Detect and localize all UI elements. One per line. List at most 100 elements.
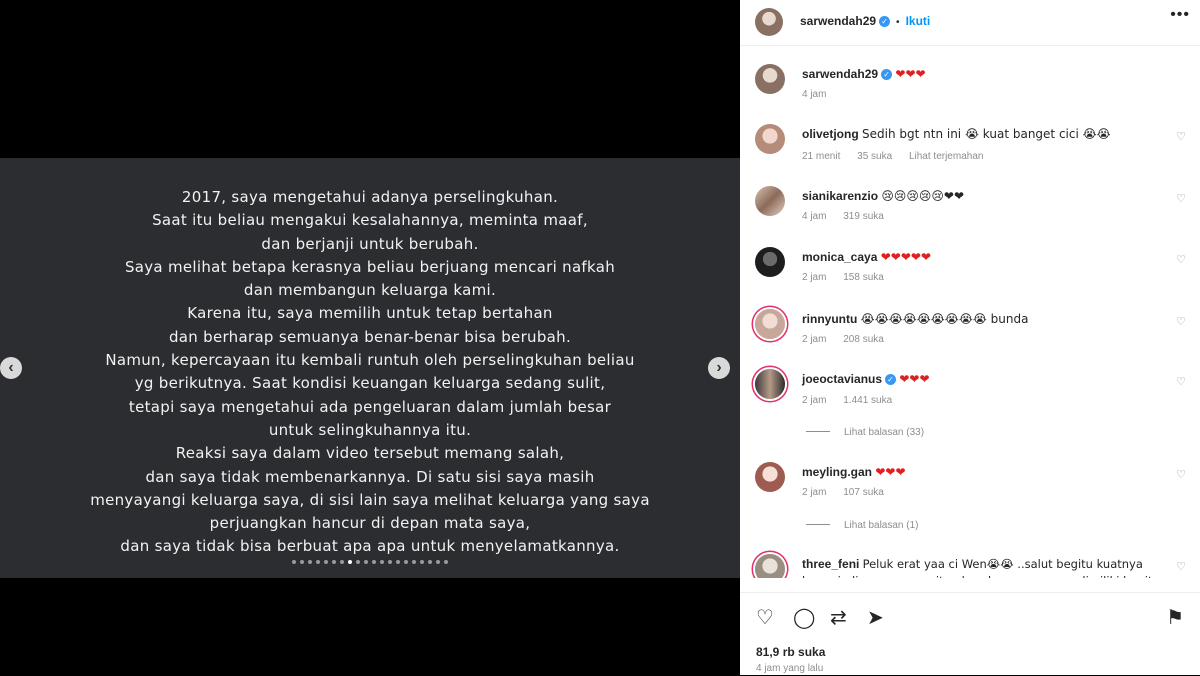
replies-line — [806, 431, 830, 432]
comment-username[interactable]: monica_caya — [802, 250, 877, 264]
comment-time: 2 jam — [802, 395, 827, 406]
share-icon[interactable]: ⇄ — [830, 605, 847, 630]
carousel-slide: 2017, saya mengetahui adanya perselingku… — [0, 158, 740, 578]
comment-text: 😢😢😢😢😢❤❤ — [881, 189, 965, 203]
slide-line: Reaksi saya dalam video tersebut memang … — [175, 444, 565, 463]
carousel-dot — [316, 560, 320, 564]
carousel-dot — [292, 560, 296, 564]
caption-text: ❤❤❤ — [895, 67, 926, 81]
send-icon[interactable]: ➤ — [867, 605, 884, 630]
avatar[interactable] — [755, 309, 785, 339]
verified-icon: ✓ — [885, 374, 897, 385]
like-comment-icon[interactable]: ♡ — [1176, 315, 1186, 328]
comment-username[interactable]: rinnyuntu — [802, 312, 857, 326]
follow-button[interactable]: Ikuti — [906, 14, 931, 28]
likes-count[interactable]: 81,9 rb suka — [756, 645, 825, 659]
replies-line — [806, 524, 830, 525]
chevron-left-icon: ‹ — [8, 359, 14, 376]
comment-text: ❤❤❤ — [875, 465, 906, 479]
carousel-dot — [340, 560, 344, 564]
separator-dot: • — [896, 17, 900, 28]
comments-clip — [740, 578, 1200, 592]
carousel-dot — [444, 560, 448, 564]
slide-line: dan saya tidak membenarkannya. Di satu s… — [145, 467, 595, 486]
carousel-indicator — [0, 560, 740, 564]
comment-time: 4 jam — [802, 211, 827, 222]
like-comment-icon[interactable]: ♡ — [1176, 253, 1186, 266]
carousel-dot — [324, 560, 328, 564]
comment-text: 😭😭😭😭😭😭😭😭😭 bunda — [860, 312, 1029, 326]
like-comment-icon[interactable]: ♡ — [1176, 375, 1186, 388]
comment-likes[interactable]: 319 suka — [843, 211, 884, 222]
post-media: 2017, saya mengetahui adanya perselingku… — [0, 0, 740, 675]
like-icon[interactable]: ♡ — [756, 605, 774, 630]
slide-line: yg berikutnya. Saat kondisi keuangan kel… — [134, 374, 606, 393]
save-icon[interactable]: ⚑ — [1166, 605, 1184, 630]
view-replies-label: Lihat balasan (1) — [844, 520, 919, 531]
avatar[interactable] — [755, 186, 785, 216]
carousel-prev-button[interactable]: ‹ — [0, 357, 22, 379]
see-translation-link[interactable]: Lihat terjemahan — [909, 151, 984, 162]
carousel-dot — [436, 560, 440, 564]
comment-time: 2 jam — [802, 487, 827, 498]
view-replies-label: Lihat balasan (33) — [844, 427, 925, 438]
carousel-dot — [412, 560, 416, 564]
slide-line: 2017, saya mengetahui adanya perselingku… — [181, 188, 559, 206]
comment-likes[interactable]: 35 suka — [857, 151, 892, 162]
post-actions: ♡ ◯ ⇄ ➤ ⚑ 81,9 rb suka 4 jam yang lalu — [740, 592, 1200, 676]
slide-line: dan membangun keluarga kami. — [243, 281, 497, 300]
avatar[interactable] — [755, 124, 785, 154]
comment-likes[interactable]: 208 suka — [843, 334, 884, 345]
like-comment-icon[interactable]: ♡ — [1176, 192, 1186, 205]
comment-time: 2 jam — [802, 334, 827, 345]
view-replies-button[interactable]: Lihat balasan (1) — [806, 520, 919, 531]
slide-line: Saat itu beliau mengakui kesalahannya, m… — [152, 211, 588, 230]
more-options-icon[interactable]: ••• — [1170, 6, 1190, 24]
comment-username[interactable]: three_feni — [802, 557, 859, 571]
view-replies-button[interactable]: Lihat balasan (33) — [806, 427, 924, 438]
carousel-next-button[interactable]: › — [708, 357, 730, 379]
comment-icon[interactable]: ◯ — [793, 605, 815, 630]
carousel-dot — [332, 560, 336, 564]
slide-line: dan saya tidak bisa berbuat apa apa untu… — [120, 537, 620, 556]
comment-text: ❤❤❤ — [899, 372, 930, 386]
comment-username[interactable]: sianikarenzio — [802, 189, 878, 203]
post-header: sarwendah29 ✓ • Ikuti ••• — [740, 0, 1200, 46]
comment-time: 21 menit — [802, 151, 841, 162]
slide-line: dan berharap semuanya benar-benar bisa b… — [168, 327, 572, 346]
carousel-dot — [428, 560, 432, 564]
slide-line: Saya melihat betapa kerasnya beliau berj… — [124, 257, 616, 276]
slide-line: Karena itu, saya memilih untuk tetap ber… — [187, 304, 553, 323]
slide-line: Namun, kepercayaan itu kembali runtuh ol… — [105, 351, 635, 370]
comment-username[interactable]: meyling.gan — [802, 465, 872, 479]
carousel-dot — [372, 560, 376, 564]
comment-likes[interactable]: 1.441 suka — [843, 395, 892, 406]
slide-line: untuk selingkuhannya itu. — [268, 420, 472, 439]
header-username[interactable]: sarwendah29 — [800, 14, 876, 28]
comment-text: Sedih bgt ntn ini 😭 kuat banget cici 😭😭 — [862, 127, 1111, 141]
verified-icon: ✓ — [879, 16, 891, 27]
like-comment-icon[interactable]: ♡ — [1176, 560, 1186, 573]
carousel-dot — [300, 560, 304, 564]
comment-username[interactable]: joeoctavianus — [802, 372, 882, 386]
carousel-dot — [308, 560, 312, 564]
chevron-right-icon: › — [716, 359, 722, 376]
carousel-dot — [356, 560, 360, 564]
comment-time: 2 jam — [802, 272, 827, 283]
avatar[interactable] — [755, 64, 785, 94]
like-comment-icon[interactable]: ♡ — [1176, 468, 1186, 481]
post-time: 4 jam yang lalu — [756, 663, 824, 674]
avatar[interactable] — [755, 369, 785, 399]
avatar[interactable] — [755, 8, 783, 36]
avatar[interactable] — [755, 247, 785, 277]
comment-username[interactable]: olivetjong — [802, 127, 859, 141]
caption-username[interactable]: sarwendah29 — [802, 67, 878, 81]
slide-line: menyayangi keluarga saya, di sisi lain s… — [90, 490, 650, 509]
avatar[interactable] — [755, 462, 785, 492]
comment-text: ❤❤❤❤❤ — [880, 250, 932, 264]
comment-likes[interactable]: 107 suka — [843, 487, 884, 498]
carousel-dot — [364, 560, 368, 564]
comment-likes[interactable]: 158 suka — [843, 272, 884, 283]
like-comment-icon[interactable]: ♡ — [1176, 130, 1186, 143]
post-sidebar: sarwendah29 ✓ • Ikuti ••• sarwendah29 ✓ ❤❤❤ … — [740, 0, 1200, 675]
